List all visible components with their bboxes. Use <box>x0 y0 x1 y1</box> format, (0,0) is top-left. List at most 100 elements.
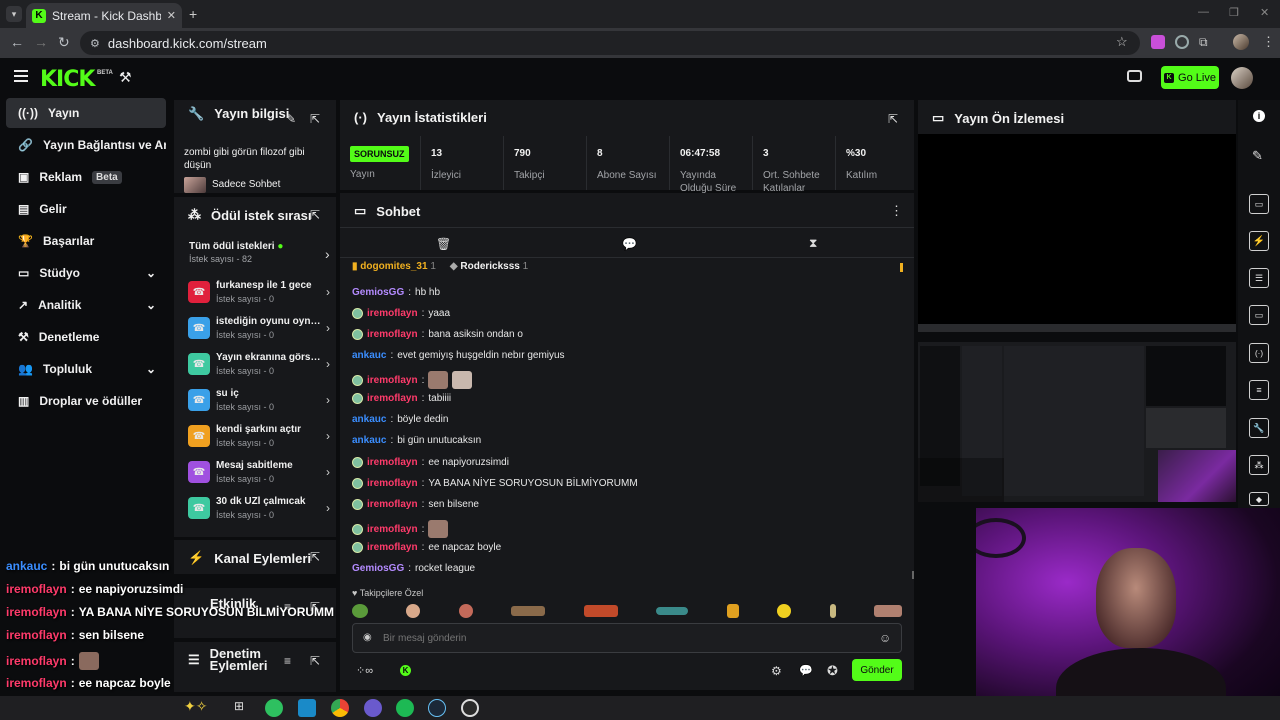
chat-bubble-icon[interactable]: 💬 <box>622 237 637 251</box>
chat-input-box[interactable]: ◉ ☺ <box>352 623 902 653</box>
nav-item-studyo[interactable]: ▭ Stüdyo ⌄ <box>6 258 166 288</box>
nav-item-yayin-baglantisi[interactable]: 🔗 Yayın Bağlantısı ve Anahtarı <box>6 130 166 160</box>
trash-icon[interactable]: 🗑 <box>436 237 451 251</box>
chat-username[interactable]: iremoflayn <box>367 457 418 468</box>
chat-username[interactable]: iremoflayn <box>367 524 418 535</box>
toolbar-broadcast-icon[interactable]: (·) <box>1249 343 1269 363</box>
settings-gear-icon[interactable]: ⚙ <box>771 664 782 678</box>
reward-item[interactable]: ☎ Mesaj sabitleme İstek sayısı - 0 › <box>188 459 336 491</box>
kick-logo[interactable]: KICK <box>40 67 95 92</box>
toolbar-reward-icon[interactable]: ⁂ <box>1249 455 1269 475</box>
reward-item[interactable]: ☎ kendi şarkını açtır İstek sayısı - 0 › <box>188 423 336 455</box>
emote[interactable] <box>656 607 689 615</box>
go-live-button[interactable]: K Go Live <box>1161 66 1219 89</box>
popout-icon[interactable]: ⇱ <box>888 112 898 126</box>
chat-message[interactable]: ankauc: böyle dedin <box>352 414 448 425</box>
toolbar-tag-icon[interactable]: ◆ <box>1249 492 1269 506</box>
extensions-puzzle-icon[interactable]: ⧉ <box>1199 35 1208 50</box>
chat-username[interactable]: ankauc <box>352 414 386 425</box>
app-icon[interactable] <box>298 699 316 717</box>
browser-tab[interactable]: K Stream - Kick Dashboard ✕ <box>26 3 182 28</box>
chat-username[interactable]: iremoflayn <box>367 308 418 319</box>
obs-icon[interactable] <box>461 699 479 717</box>
emote[interactable] <box>458 604 473 618</box>
back-icon[interactable]: ← <box>10 34 24 50</box>
emote[interactable] <box>777 604 792 618</box>
chat-message[interactable]: iremoflayn: <box>352 520 449 538</box>
reward-item[interactable]: ☎ Yayın ekranına görsel koy İstek sayısı… <box>188 351 336 383</box>
toolbar-wrench-icon[interactable]: 🔧 <box>1249 418 1269 438</box>
chat-message[interactable]: iremoflayn: <box>352 371 473 389</box>
chat-message[interactable]: iremoflayn: tabiiii <box>352 393 451 404</box>
popout-icon[interactable]: ⇱ <box>310 550 320 564</box>
channel-actions-header[interactable]: ⚡ Kanal Eylemleri <box>188 550 311 566</box>
app-icon[interactable] <box>265 699 283 717</box>
chat-username[interactable]: ankauc <box>352 350 386 361</box>
nav-item-analitik[interactable]: ↗ Analitik ⌄ <box>6 290 166 320</box>
reload-icon[interactable]: ↻ <box>58 34 70 51</box>
emote[interactable] <box>583 605 618 617</box>
pinned-user[interactable]: ▮ dogomites_31 1 <box>352 261 436 272</box>
chat-username[interactable]: iremoflayn <box>367 542 418 553</box>
stream-preview-video[interactable] <box>918 324 1236 502</box>
app-icon[interactable] <box>364 699 382 717</box>
popout-icon[interactable]: ⇱ <box>310 112 320 126</box>
nav-item-denetleme[interactable]: ⚒ Denetleme <box>6 322 166 352</box>
chat-username[interactable]: iremoflayn <box>367 393 418 404</box>
reward-badge-icon[interactable]: ✪ <box>827 663 838 679</box>
chat-username[interactable]: GemiosGG <box>352 287 404 298</box>
kick-points-icon[interactable]: K <box>400 665 411 676</box>
close-tab-icon[interactable]: ✕ <box>167 9 176 22</box>
user-avatar[interactable] <box>1231 67 1253 89</box>
emote[interactable] <box>726 604 739 618</box>
sparkle-icon[interactable]: ✦✧ <box>184 698 207 715</box>
steam-icon[interactable] <box>428 699 446 717</box>
chat-bubble-icon[interactable]: 💬 <box>799 664 813 677</box>
toolbar-list-icon[interactable]: ☰ <box>1249 268 1269 288</box>
nav-item-gelir[interactable]: ▤ Gelir <box>6 194 166 224</box>
forward-icon[interactable]: → <box>34 34 48 50</box>
chrome-icon[interactable] <box>331 699 349 717</box>
chat-message[interactable]: iremoflayn: YA BANA NİYE SORUYOSUN BİLMİY… <box>352 478 638 489</box>
tab-list-button[interactable]: ▾ <box>6 6 22 22</box>
emoji-picker-icon[interactable]: ☺ <box>879 631 891 645</box>
restore-icon[interactable]: ❐ <box>1229 6 1239 19</box>
reward-item[interactable]: ☎ furkanesp ile 1 gece İstek sayısı - 0 … <box>188 279 336 311</box>
chat-message[interactable]: GemiosGG: hb hb <box>352 287 440 298</box>
chat-message[interactable]: iremoflayn: yaaa <box>352 308 450 319</box>
chat-scrollbar[interactable] <box>912 571 914 579</box>
minimize-icon[interactable]: — <box>1198 6 1209 18</box>
reward-item[interactable]: ☎ 30 dk UZİ çalmıcak İstek sayısı - 0 › <box>188 495 336 527</box>
chat-message[interactable]: iremoflayn: ee napcaz boyle <box>352 542 501 553</box>
chat-message[interactable]: iremoflayn: sen bilsene <box>352 499 479 510</box>
info-icon[interactable]: i <box>1253 110 1265 122</box>
toolbar-bolt-icon[interactable]: ⚡ <box>1249 231 1269 251</box>
chat-message[interactable]: ankauc: bi gün unutucaksın <box>352 435 481 446</box>
hourglass-icon[interactable]: ⧗ <box>809 236 817 251</box>
chat-username[interactable]: ankauc <box>352 435 386 446</box>
mod-actions-header[interactable]: ☰ Denetim Eylemleri <box>188 647 270 672</box>
extension-icon[interactable] <box>1151 35 1165 49</box>
send-button[interactable]: Gönder <box>852 659 902 681</box>
chat-username[interactable]: iremoflayn <box>367 375 418 386</box>
toolbar-stats-icon[interactable]: ▭ <box>1249 194 1269 214</box>
emoji-shield-icon[interactable]: ◉ <box>363 632 372 643</box>
reward-item[interactable]: ☎ istediğin oyunu oynatma İstek sayısı -… <box>188 315 336 347</box>
hamburger-menu-icon[interactable] <box>14 70 28 82</box>
chat-message[interactable]: iremoflayn: bana asiksin ondan o <box>352 329 523 340</box>
url-field[interactable]: ⚙ dashboard.kick.com/stream ☆ <box>80 31 1140 55</box>
new-tab-icon[interactable]: + <box>189 6 197 22</box>
nav-item-topluluk[interactable]: 👥 Topluluk ⌄ <box>6 354 166 384</box>
emote[interactable] <box>352 604 368 618</box>
edit-pencil-icon[interactable]: ✎ <box>1252 148 1263 164</box>
nav-item-reklam[interactable]: ▣ Reklam Beta <box>6 162 166 192</box>
nav-item-basarilar[interactable]: 🏆 Başarılar <box>6 226 166 256</box>
extension-icon-2[interactable] <box>1175 35 1189 49</box>
nav-item-yayin[interactable]: ((·)) Yayın <box>6 98 166 128</box>
toolbar-chat-icon[interactable]: ▭ <box>1249 305 1269 325</box>
window-close-icon[interactable]: ✕ <box>1260 6 1269 19</box>
chat-message[interactable]: ankauc: evet gemiyış huşgeldin nebır gemi… <box>352 350 565 361</box>
emote[interactable] <box>511 606 546 616</box>
emote[interactable] <box>873 605 902 617</box>
hammer-icon[interactable]: ⚒ <box>119 69 132 86</box>
